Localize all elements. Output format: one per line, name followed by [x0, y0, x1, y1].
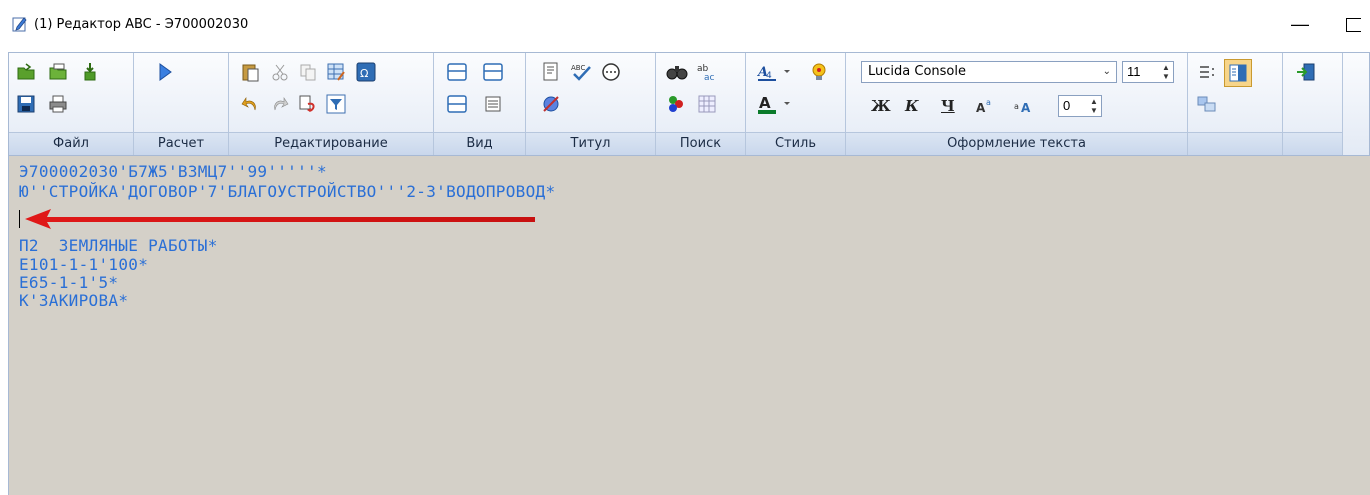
group-file-label: Файл: [9, 132, 133, 155]
editor-line: Ю''СТРОЙКА'ДОГОВОР'7'БЛАГОУСТРОЙСТВО'''2…: [19, 182, 556, 201]
filter-icon[interactable]: [325, 93, 347, 115]
svg-text:A: A: [759, 94, 771, 112]
editor-app-icon: [12, 16, 28, 32]
char-spacing-value: 0: [1063, 98, 1071, 113]
subscript-icon[interactable]: aA: [1013, 95, 1035, 117]
window-title: (1) Редактор ABC - Э700002030: [34, 17, 249, 32]
group-calc: Расчет: [134, 53, 229, 155]
group-edit: Ω Редактирование: [229, 53, 434, 155]
group-title-label: Титул: [526, 132, 655, 155]
group-search: ab ac Поиск: [656, 53, 746, 155]
grid-icon[interactable]: [696, 93, 718, 115]
copy-icon[interactable]: [297, 61, 319, 83]
exit-icon[interactable]: [1295, 61, 1317, 83]
run-calc-icon[interactable]: [154, 61, 176, 83]
group-file: Файл: [9, 53, 134, 155]
superscript-icon[interactable]: Aa: [975, 95, 997, 117]
cut-icon[interactable]: [269, 61, 291, 83]
find-replace-icon[interactable]: ab ac: [696, 61, 718, 83]
red-arrow-annotation: [25, 209, 535, 229]
replace-icon[interactable]: [297, 93, 319, 115]
maximize-button[interactable]: [1346, 18, 1361, 32]
editor-line: Э700002030'Б7Ж5'В3МЦ7''99'''''*: [19, 162, 327, 181]
svg-text:A: A: [1021, 101, 1031, 115]
group-title: ABC Титул: [526, 53, 656, 155]
title-bar: (1) Редактор ABC - Э700002030 —: [0, 0, 1370, 52]
editor-line: П2 ЗЕМЛЯНЫЕ РАБОТЫ*: [19, 236, 218, 255]
print-icon[interactable]: [47, 93, 69, 115]
circle-icon[interactable]: [600, 61, 622, 83]
save-icon[interactable]: [15, 93, 37, 115]
group-text-format-label: Оформление текста: [846, 132, 1187, 155]
no-title-icon[interactable]: [540, 93, 562, 115]
redo-icon[interactable]: [269, 93, 291, 115]
group-exit-label: [1283, 132, 1342, 155]
group-edit-label: Редактирование: [229, 132, 433, 155]
font-name-select[interactable]: Lucida Console ⌄: [861, 61, 1117, 83]
font-color-icon[interactable]: A: [756, 93, 796, 115]
italic-button[interactable]: К: [905, 95, 919, 117]
group-view: Вид: [434, 53, 526, 155]
open-file-icon[interactable]: [15, 61, 37, 83]
underline-button[interactable]: Ч: [941, 95, 955, 117]
find-icon[interactable]: [666, 61, 688, 83]
svg-text:ac: ac: [704, 73, 715, 82]
editor-line: Е101-1-1'100*: [19, 255, 149, 274]
font-name-value: Lucida Console: [868, 64, 966, 79]
text-caret: [19, 210, 20, 228]
view-layout-icon[interactable]: [482, 61, 504, 83]
svg-text:Ω: Ω: [360, 67, 368, 80]
group-view-label: Вид: [434, 132, 525, 155]
font-size-stepper[interactable]: 11 ▲ ▼: [1122, 61, 1174, 83]
svg-text:a: a: [986, 98, 991, 107]
text-editor-area[interactable]: Э700002030'Б7Ж5'В3МЦ7''99'''''* Ю''СТРОЙ…: [8, 156, 1370, 495]
import-icon[interactable]: [79, 61, 101, 83]
svg-text:A: A: [976, 101, 986, 115]
group-calc-label: Расчет: [134, 132, 228, 155]
char-spacing-stepper[interactable]: 0 ▲ ▼: [1058, 95, 1102, 117]
editor-line: Е65-1-1'5*: [19, 273, 119, 292]
bold-button[interactable]: Ж: [871, 95, 891, 117]
style-font-icon[interactable]: A4: [756, 61, 796, 83]
group-extra: [1188, 53, 1283, 155]
color-find-icon[interactable]: [666, 93, 688, 115]
undo-icon[interactable]: [239, 93, 261, 115]
group-exit: [1283, 53, 1343, 155]
ribbon-toolbar: Файл Расчет Ω Редактирование Вид ABC Тит…: [8, 52, 1370, 156]
panel-toggle-icon[interactable]: [1224, 59, 1252, 87]
spellcheck-icon[interactable]: ABC: [570, 61, 592, 83]
svg-text:ABC: ABC: [571, 64, 585, 72]
editor-line: К'ЗАКИРОВА*: [19, 291, 129, 310]
view-page-icon[interactable]: [482, 93, 504, 115]
group-style: A4 A Стиль: [746, 53, 846, 155]
svg-text:a: a: [1014, 102, 1019, 111]
list-icon[interactable]: [1196, 61, 1218, 83]
spin-arrows-icon[interactable]: ▲ ▼: [1161, 63, 1171, 81]
chevron-down-icon: ⌄: [1102, 66, 1111, 77]
edit-table-icon[interactable]: [325, 61, 347, 83]
lightbulb-icon[interactable]: [808, 61, 830, 83]
group-extra-label: [1188, 132, 1282, 155]
minimize-button[interactable]: —: [1283, 10, 1317, 38]
font-size-value: 11: [1127, 64, 1141, 79]
open-folder-icon[interactable]: [47, 61, 69, 83]
spin-arrows-icon[interactable]: ▲ ▼: [1089, 97, 1099, 115]
view-split-horizontal-icon[interactable]: [446, 61, 468, 83]
group-search-label: Поиск: [656, 132, 745, 155]
view-split-icon[interactable]: [446, 93, 468, 115]
image-transfer-icon[interactable]: [1196, 93, 1218, 115]
title-page-icon[interactable]: [540, 61, 562, 83]
paste-icon[interactable]: [239, 61, 261, 83]
special-chars-icon[interactable]: Ω: [355, 61, 377, 83]
group-style-label: Стиль: [746, 132, 845, 155]
